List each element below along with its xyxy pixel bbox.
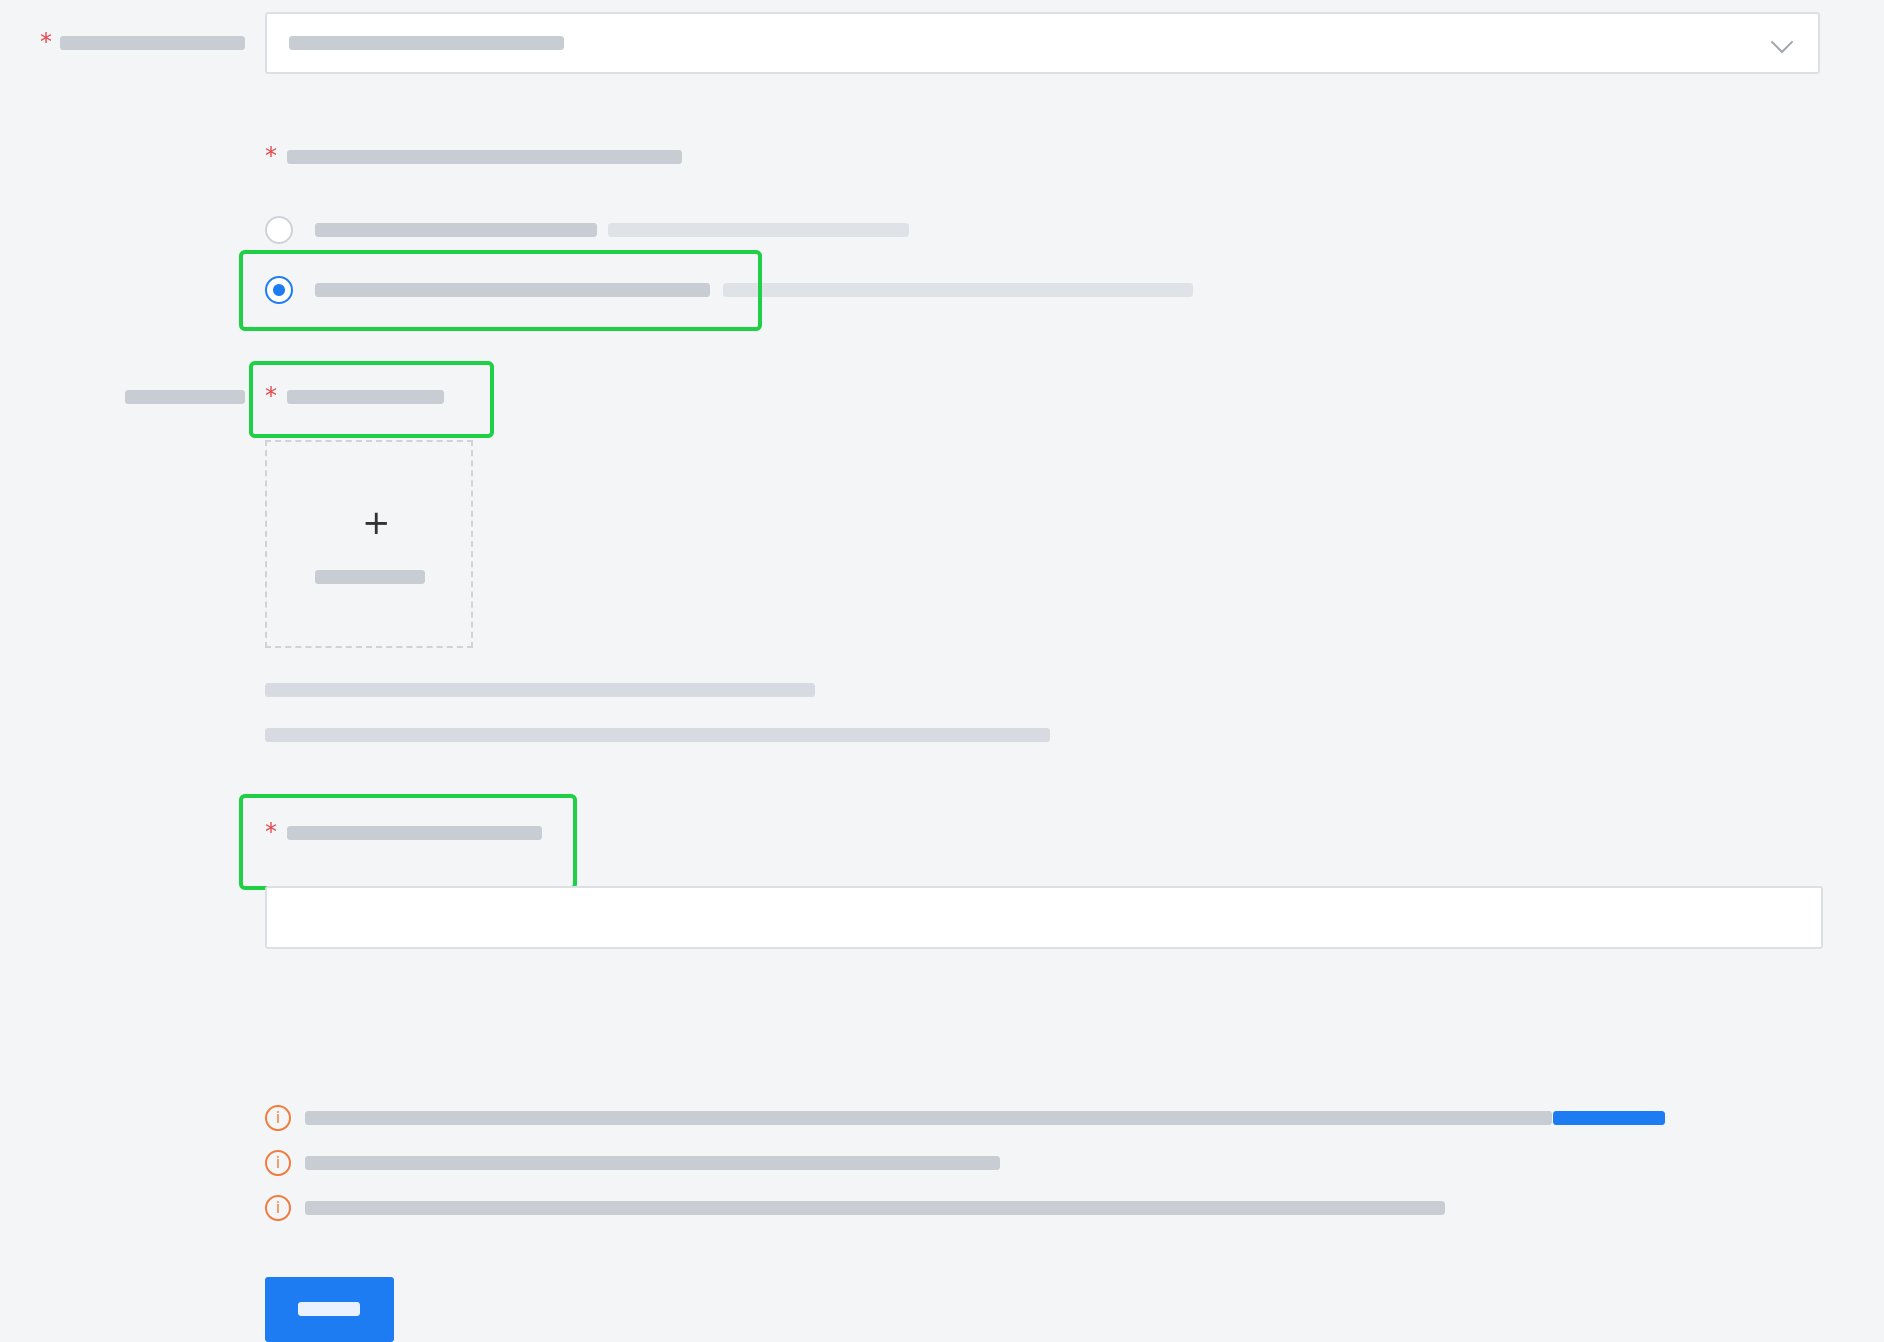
complaint-type-select[interactable]: [265, 12, 1820, 74]
materials-label: [125, 382, 245, 412]
option-label-placeholder: [315, 223, 597, 237]
selected-value-placeholder: [289, 36, 564, 50]
upload-rule-placeholder: [265, 683, 815, 697]
notice-complete: i: [265, 1150, 1665, 1184]
complaint-type-label: *: [40, 28, 250, 58]
label-placeholder: [60, 36, 245, 50]
notice-authenticity: i: [265, 1105, 1665, 1139]
upload-image-button[interactable]: +: [265, 440, 473, 648]
selected-option-highlight: [239, 250, 762, 331]
option-hint-placeholder: [723, 283, 1193, 297]
rules-link[interactable]: [1553, 1111, 1665, 1125]
notice-placeholder: [305, 1201, 1445, 1215]
info-icon: i: [265, 1195, 291, 1221]
notice-guidance: i: [265, 1195, 1665, 1229]
masking-explanation-input[interactable]: [265, 886, 1823, 949]
radio-button[interactable]: [265, 216, 293, 244]
info-icon: i: [265, 1105, 291, 1131]
notice-placeholder: [305, 1156, 1000, 1170]
method-option-no-mask[interactable]: [265, 210, 1215, 250]
plus-icon: +: [362, 503, 391, 543]
info-icon: i: [265, 1150, 291, 1176]
complaint-type-field: *: [40, 12, 1820, 76]
chevron-down-icon: [1770, 30, 1794, 54]
purchase-source-highlight: [249, 361, 494, 438]
upload-rule-placeholder: [265, 728, 1050, 742]
label-placeholder: [125, 390, 245, 404]
upload-label-placeholder: [315, 570, 425, 584]
notice-placeholder: [305, 1111, 1552, 1125]
required-marker: *: [265, 142, 277, 170]
submit-button[interactable]: [265, 1277, 394, 1342]
option-hint-placeholder: [608, 223, 909, 237]
explanation-heading-highlight: [239, 794, 577, 890]
heading-placeholder: [287, 150, 682, 164]
method-heading: *: [265, 142, 685, 172]
submit-label-placeholder: [298, 1302, 360, 1316]
required-marker: *: [40, 28, 52, 56]
